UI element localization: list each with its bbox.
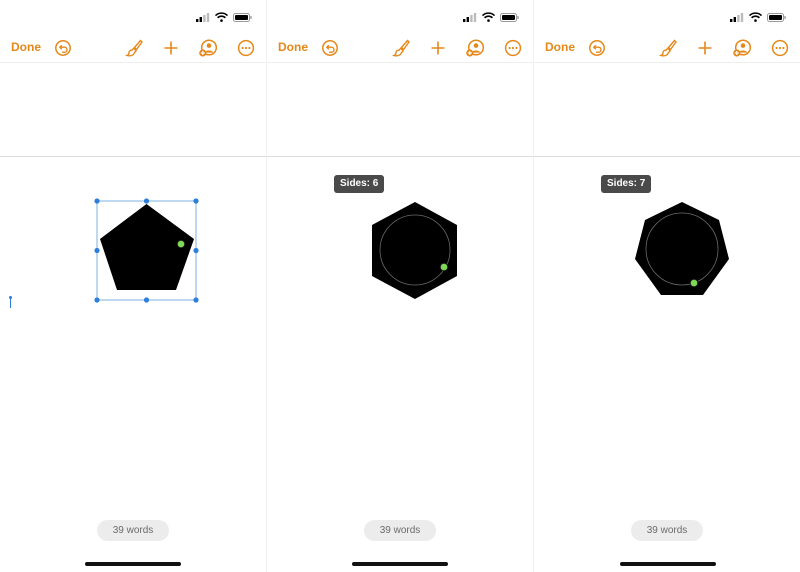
heptagon-shape[interactable] [632,200,732,298]
status-bar [463,11,519,23]
collaborate-icon[interactable] [198,38,218,58]
more-icon[interactable] [236,38,256,58]
paintbrush-icon[interactable] [391,38,411,58]
toolbar-divider [267,62,533,63]
battery-icon [500,12,519,22]
sides-control-point[interactable] [689,278,699,288]
pentagon-shape[interactable] [92,196,202,306]
wifi-icon [749,12,762,22]
paintbrush-icon[interactable] [658,38,678,58]
hexagon-shape[interactable] [370,200,460,302]
cellular-signal-icon [730,12,744,22]
home-indicator [85,562,181,566]
wifi-icon [482,12,495,22]
plus-icon[interactable] [428,38,448,58]
page-boundary [0,156,266,157]
plus-icon[interactable] [695,38,715,58]
undo-icon[interactable] [320,38,340,58]
editor-panel-heptagon: Done Sides: 7 39 words [534,0,800,572]
word-count-pill[interactable]: 39 words [631,520,703,541]
toolbar-divider [534,62,800,63]
more-icon[interactable] [770,38,790,58]
editor-panel-pentagon: Done 39 words [0,0,266,572]
status-bar [730,11,786,23]
sides-count-badge: Sides: 7 [601,175,652,193]
wifi-icon [215,12,228,22]
collaborate-icon[interactable] [732,38,752,58]
home-indicator [352,562,448,566]
word-count-pill[interactable]: 39 words [97,520,169,541]
page-boundary [267,156,533,157]
undo-icon[interactable] [587,38,607,58]
home-indicator [620,562,716,566]
battery-icon [233,12,252,22]
word-count-pill[interactable]: 39 words [364,520,436,541]
toolbar: Done [534,36,800,60]
plus-icon[interactable] [161,38,181,58]
done-button[interactable]: Done [11,40,41,54]
toolbar: Done [0,36,266,60]
battery-icon [767,12,786,22]
collaborate-icon[interactable] [465,38,485,58]
text-cursor [9,296,12,308]
cellular-signal-icon [463,12,477,22]
sides-count-badge: Sides: 6 [334,175,385,193]
undo-icon[interactable] [53,38,73,58]
more-icon[interactable] [503,38,523,58]
status-bar [196,11,252,23]
toolbar: Done [267,36,533,60]
sides-control-point[interactable] [439,262,449,272]
page-boundary [534,156,800,157]
cellular-signal-icon [196,12,210,22]
done-button[interactable]: Done [545,40,575,54]
paintbrush-icon[interactable] [124,38,144,58]
sides-control-point[interactable] [176,239,186,249]
editor-panel-hexagon: Done Sides: 6 39 words [267,0,533,572]
toolbar-divider [0,62,266,63]
done-button[interactable]: Done [278,40,308,54]
